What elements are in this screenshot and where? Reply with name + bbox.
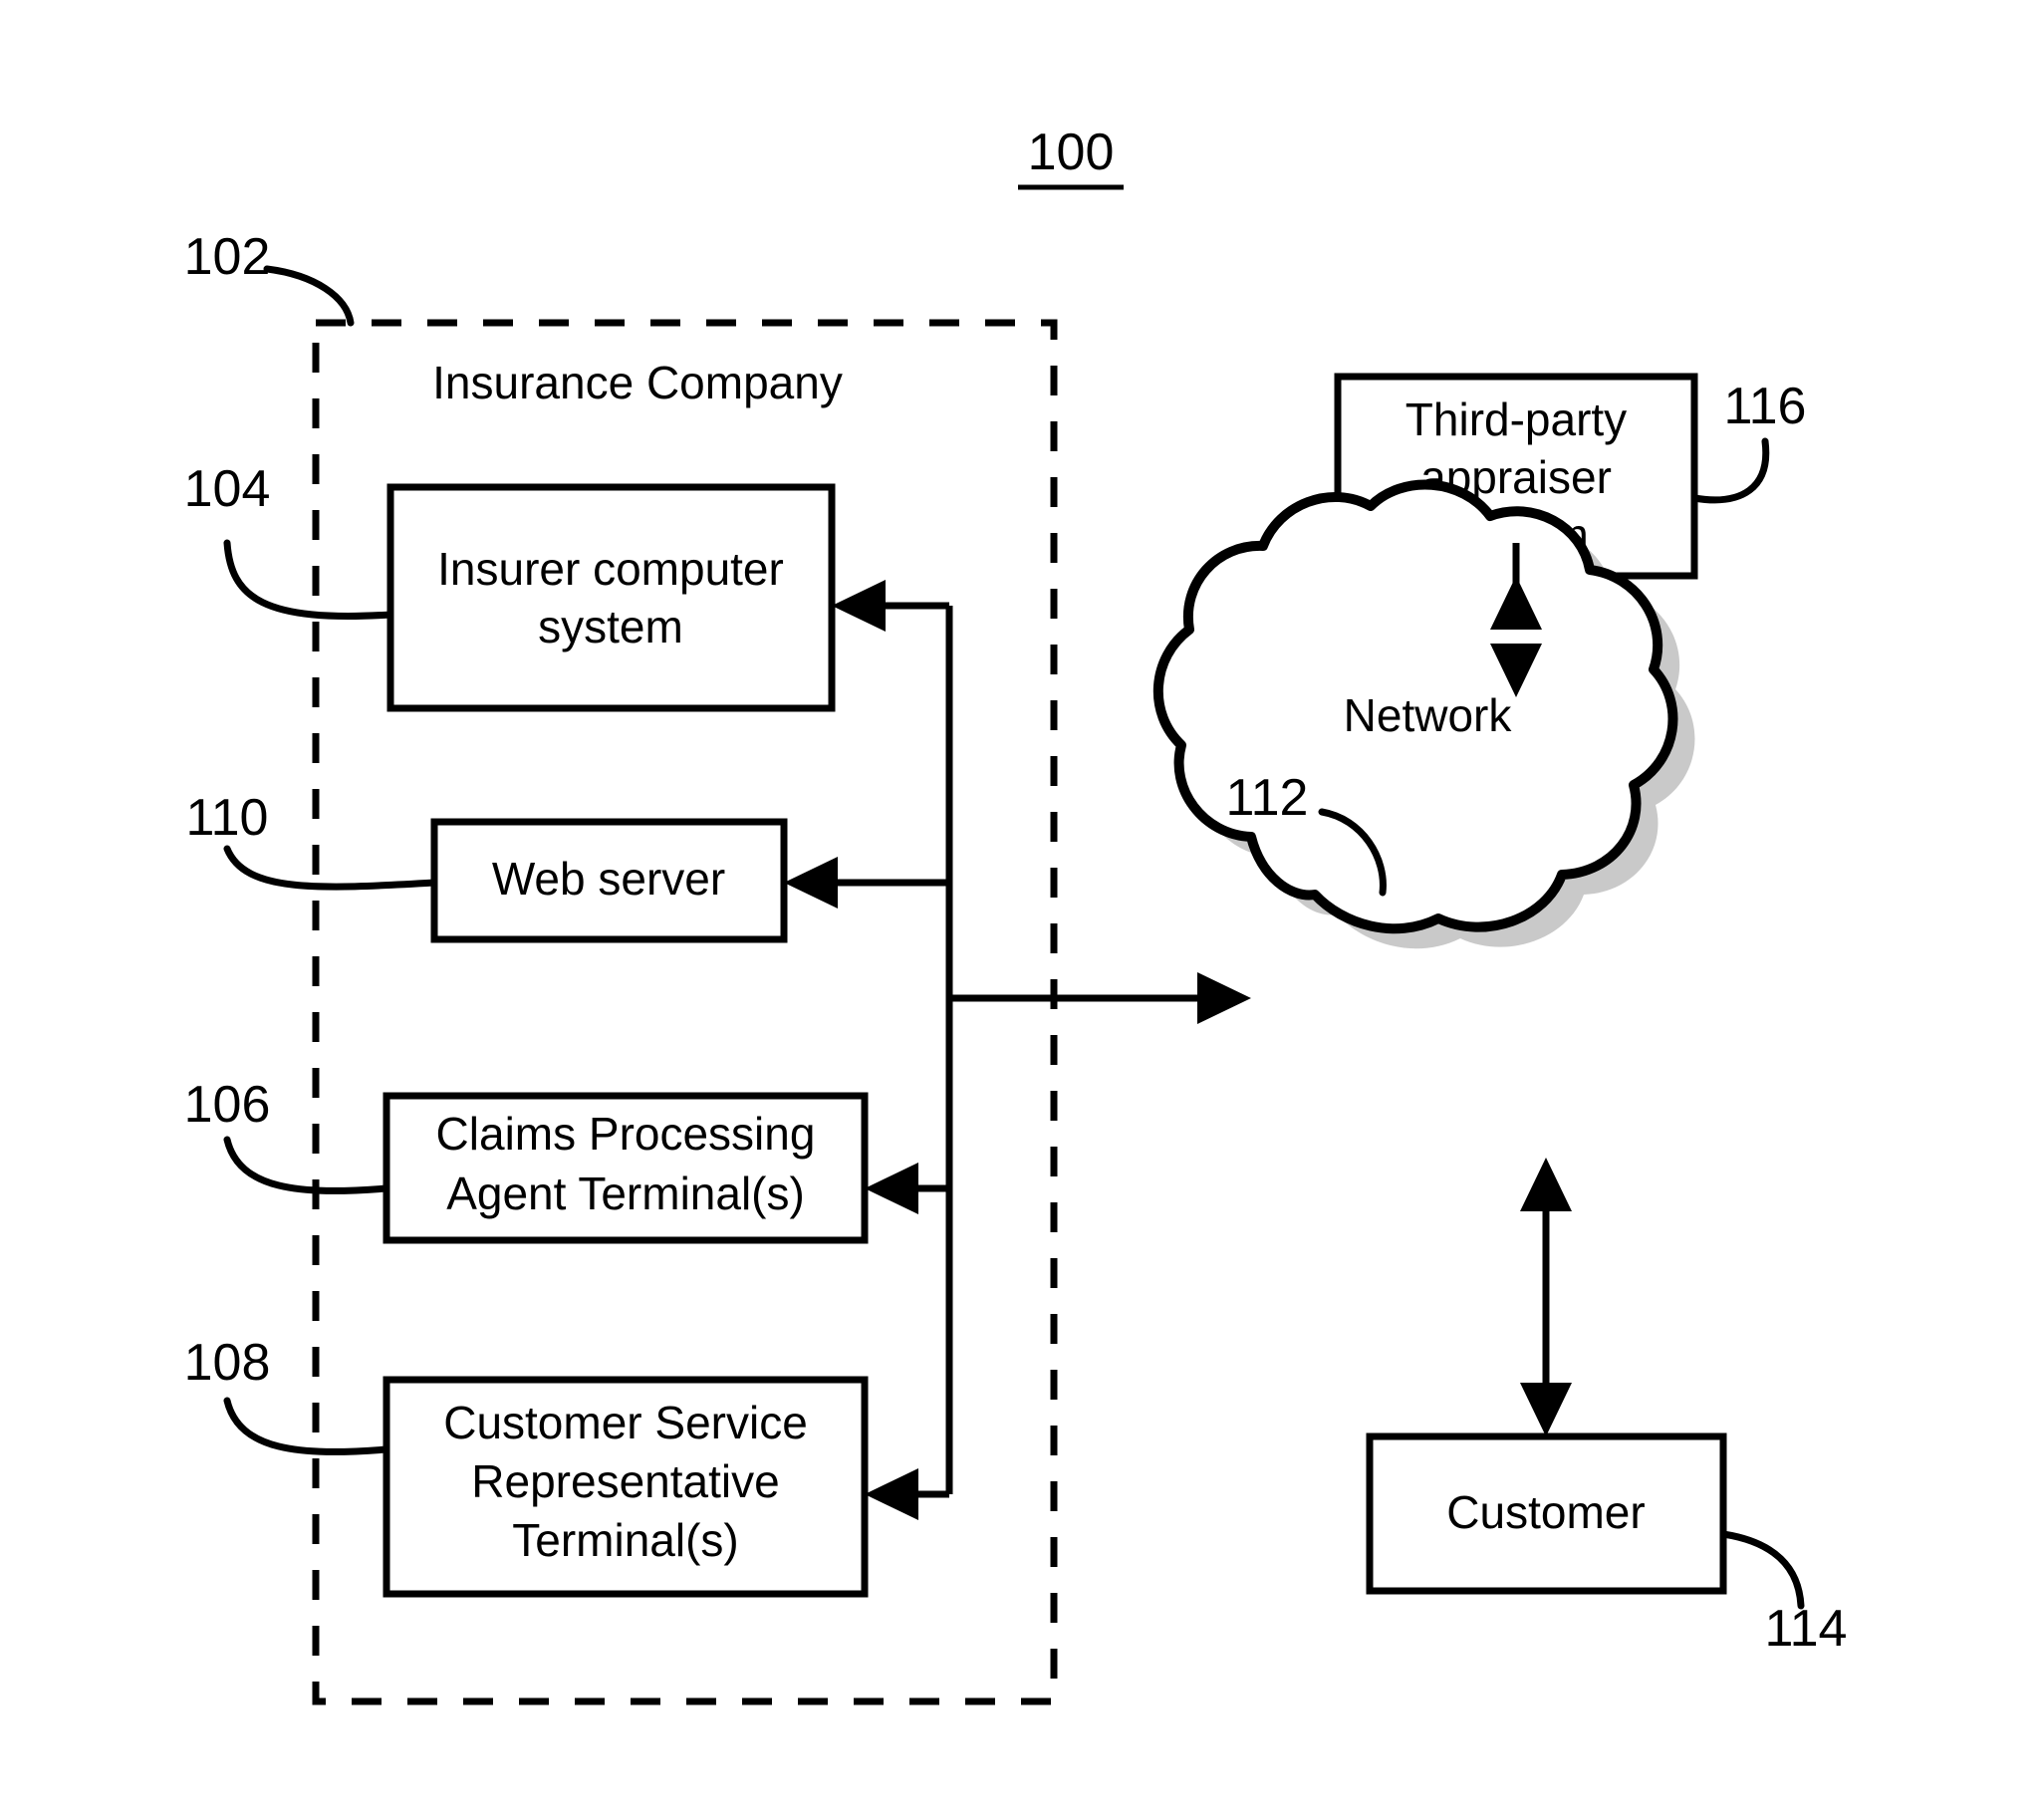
node-insurer-computer-system[interactable]: Insurer computer system 104 [184, 460, 836, 712]
leader-line-104 [223, 539, 394, 620]
customer-label: Customer [1446, 1486, 1645, 1538]
leader-line-116 [1690, 437, 1770, 504]
figure-title-group: 100 [1018, 124, 1124, 190]
arrow-head-to-network [1197, 972, 1251, 1024]
network-cloud-label: Network [1344, 689, 1513, 741]
leader-line-114 [1719, 1530, 1805, 1610]
connector-network-customer [1520, 1158, 1572, 1436]
insurer-computer-system-label-line-1: Insurer computer [437, 543, 784, 595]
insurer-computer-system-box[interactable] [386, 483, 836, 712]
node-customer[interactable]: Customer 114 [1366, 1432, 1848, 1658]
ref-label-110: 110 [186, 789, 269, 847]
ref-label-108: 108 [184, 1334, 271, 1392]
figure-title: 100 [1028, 124, 1115, 181]
arrow-head-claims [865, 1163, 918, 1214]
insurance-company-label: Insurance Company [432, 357, 843, 408]
customer-service-label-line-1: Customer Service [443, 1397, 808, 1448]
arrow-head-customer-up [1520, 1158, 1572, 1211]
web-server-label: Web server [492, 853, 725, 905]
node-web-server[interactable]: Web server 110 [186, 789, 788, 943]
ref-label-104: 104 [184, 460, 271, 518]
leader-line-102 [263, 265, 355, 327]
ref-label-114: 114 [1765, 1600, 1848, 1658]
leader-line-110 [223, 845, 438, 891]
arrow-head-customer-down [1520, 1383, 1572, 1436]
insurer-computer-system-label-line-2: system [538, 601, 683, 652]
arrow-head-web-server [784, 857, 838, 909]
ref-label-112: 112 [1226, 769, 1309, 827]
ref-label-102: 102 [184, 228, 271, 286]
node-customer-service-representative-terminal[interactable]: Customer Service Representative Terminal… [184, 1334, 869, 1598]
customer-service-label-line-3: Terminal(s) [512, 1514, 738, 1566]
ref-label-116: 116 [1724, 378, 1807, 435]
claims-processing-label-line-1: Claims Processing [436, 1108, 816, 1160]
leader-line-108 [223, 1397, 390, 1455]
patent-figure-diagram: 100 Insurance Company 102 Insurer comput… [0, 0, 2043, 1820]
figure-canvas: 100 Insurance Company 102 Insurer comput… [184, 124, 1848, 1705]
third-party-appraiser-label-line-1: Third-party [1405, 393, 1627, 445]
arrow-head-insurer [832, 580, 886, 632]
arrow-head-csr [865, 1468, 918, 1520]
node-claims-processing-agent-terminal[interactable]: Claims Processing Agent Terminal(s) 106 [184, 1076, 869, 1244]
claims-processing-label-line-2: Agent Terminal(s) [446, 1168, 805, 1219]
customer-service-label-line-2: Representative [471, 1455, 779, 1507]
leader-line-106 [223, 1136, 390, 1194]
ref-label-106: 106 [184, 1076, 271, 1134]
